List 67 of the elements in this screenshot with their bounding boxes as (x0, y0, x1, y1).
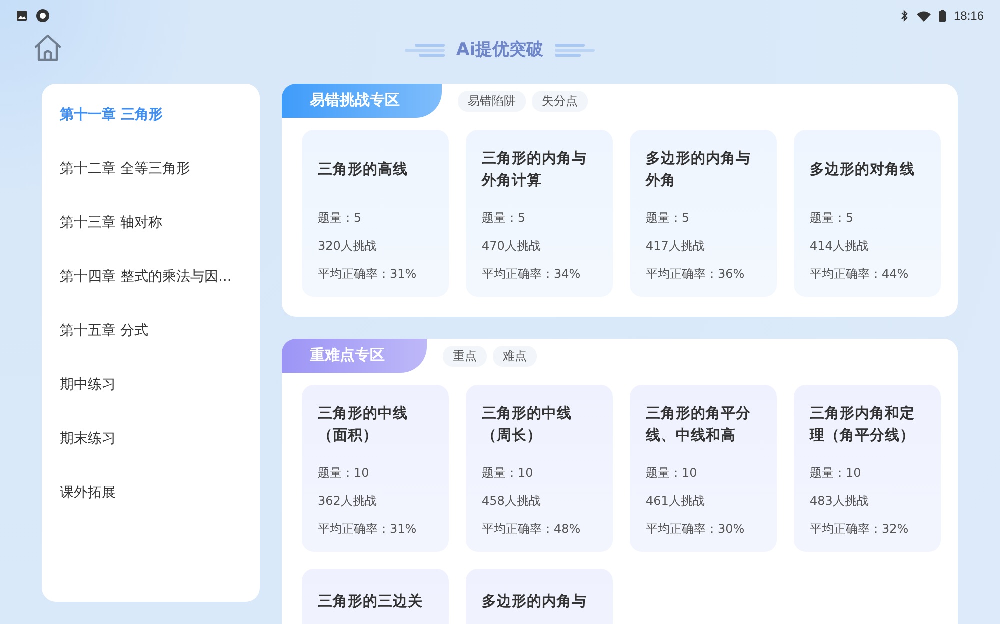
section-title: 重难点专区 (282, 339, 427, 373)
card-title: 三角形的角平分线、中线和高 (646, 405, 752, 446)
topic-card[interactable]: 三角形内角和定理（角平分线） 题量：10 483人挑战 平均正确率：32% (794, 385, 941, 552)
chapter-item[interactable]: 期中练习 (42, 371, 134, 397)
topic-card[interactable]: 三角形的角平分线、中线和高 题量：10 461人挑战 平均正确率：30% (630, 385, 777, 552)
topic-card[interactable]: 三角形的高线 题量：5 320人挑战 平均正确率：31% (302, 130, 449, 297)
challenger-count: 414人挑战 (810, 238, 870, 255)
accuracy-rate: 平均正确率：44% (810, 266, 910, 283)
question-count: 题量：10 (646, 465, 698, 482)
question-count: 题量：5 (810, 210, 855, 227)
question-count: 题量：10 (318, 465, 370, 482)
home-icon[interactable] (33, 34, 63, 62)
bluetooth-icon (900, 10, 909, 22)
card-title: 三角形的中线（面积） (318, 404, 409, 446)
topic-card[interactable]: 多边形的内角与 (466, 569, 613, 624)
chapter-item[interactable]: 第十二章 全等三角形 (42, 155, 208, 181)
chapter-item[interactable]: 第十四章 整式的乘法与因... (42, 263, 250, 289)
tag: 易错陷阱 (458, 90, 526, 112)
accuracy-rate: 平均正确率：34% (482, 266, 582, 283)
battery-icon (938, 10, 946, 22)
challenger-count: 461人挑战 (646, 493, 706, 510)
page-title: Ai提优突破 (456, 39, 544, 61)
accuracy-rate: 平均正确率：31% (318, 266, 418, 283)
challenger-count: 362人挑战 (318, 493, 378, 510)
card-title: 三角形的内角与外角计算 (482, 150, 588, 191)
topic-card[interactable]: 三角形的内角与外角计算 题量：5 470人挑战 平均正确率：34% (466, 130, 613, 297)
question-count: 题量：10 (810, 465, 862, 482)
card-title: 多边形的内角与外角 (646, 150, 752, 191)
chapter-item[interactable]: 期末练习 (42, 425, 134, 451)
question-count: 题量：10 (482, 465, 534, 482)
question-count: 题量：5 (646, 210, 691, 227)
image-icon (16, 10, 28, 22)
challenger-count: 458人挑战 (482, 493, 542, 510)
topic-card[interactable]: 三角形的中线（面积） 题量：10 362人挑战 平均正确率：31% (302, 385, 449, 552)
challenger-count: 470人挑战 (482, 238, 542, 255)
question-count: 题量：5 (318, 210, 363, 227)
accuracy-rate: 平均正确率：30% (646, 521, 746, 538)
chapter-item[interactable]: 课外拓展 (42, 479, 134, 505)
accuracy-rate: 平均正确率：32% (810, 521, 910, 538)
tag: 失分点 (532, 90, 588, 112)
card-title: 三角形的中线（周长） (482, 404, 573, 446)
card-title: 三角形的高线 (318, 160, 409, 180)
tag: 难点 (493, 346, 537, 366)
accuracy-rate: 平均正确率：31% (318, 521, 418, 538)
section-title: 易错挑战专区 (282, 84, 442, 118)
accuracy-rate: 平均正确率：48% (482, 521, 582, 538)
wifi-icon (916, 10, 931, 22)
question-count: 题量：5 (482, 210, 527, 227)
challenger-count: 483人挑战 (810, 493, 870, 510)
card-title: 多边形的对角线 (810, 160, 916, 180)
status-time: 18:16 (954, 9, 984, 23)
challenger-count: 417人挑战 (646, 238, 706, 255)
card-title: 三角形的三边关 (318, 592, 424, 612)
topic-card[interactable]: 三角形的中线（周长） 题量：10 458人挑战 平均正确率：48% (466, 385, 613, 552)
topic-card[interactable]: 多边形的内角与外角 题量：5 417人挑战 平均正确率：36% (630, 130, 777, 297)
topic-card[interactable]: 多边形的对角线 题量：5 414人挑战 平均正确率：44% (794, 130, 941, 297)
accuracy-rate: 平均正确率：36% (646, 266, 746, 283)
topic-card[interactable]: 三角形的三边关 (302, 569, 449, 624)
stripes-icon (555, 42, 596, 56)
chapter-item[interactable]: 第十三章 轴对称 (42, 209, 180, 235)
card-title: 多边形的内角与 (482, 592, 588, 612)
tag: 重点 (443, 346, 487, 366)
card-title: 三角形内角和定理（角平分线） (810, 404, 916, 446)
chapter-item[interactable]: 第十五章 分式 (42, 317, 166, 343)
challenger-count: 320人挑战 (318, 238, 378, 255)
notification-icon (36, 9, 50, 23)
stripes-icon (404, 42, 444, 56)
